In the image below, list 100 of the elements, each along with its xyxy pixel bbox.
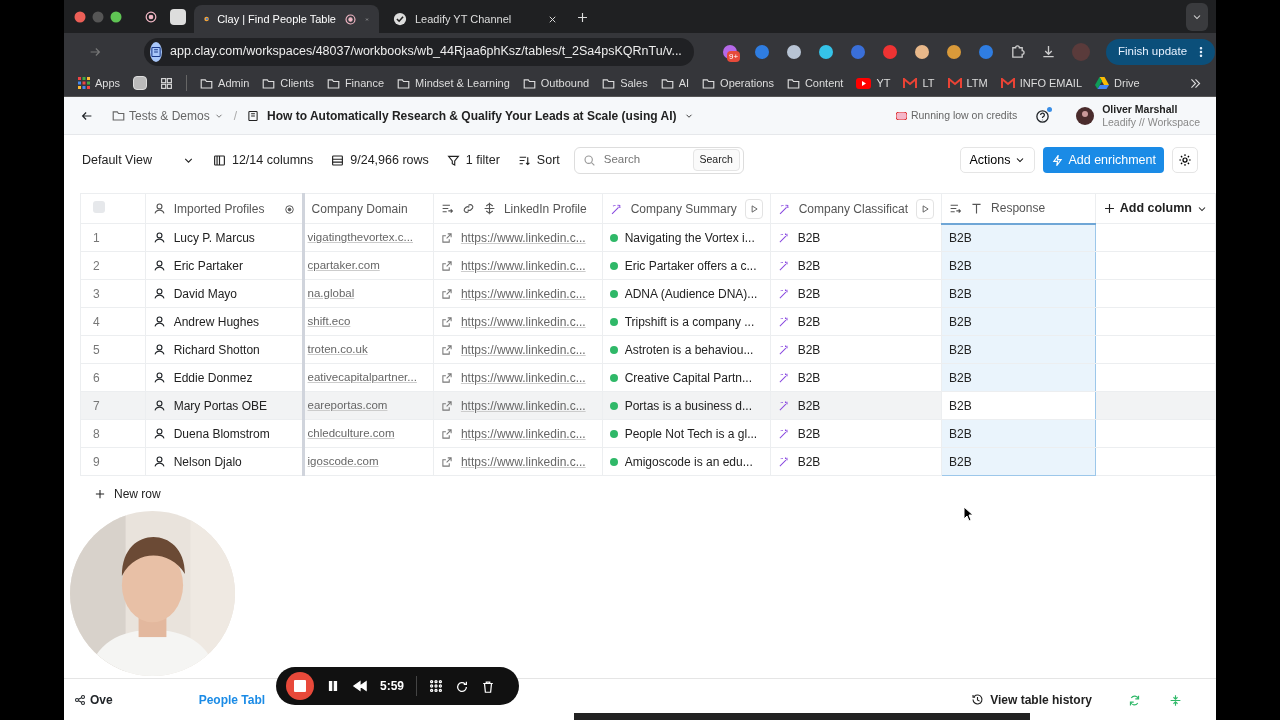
column-header[interactable]: Company Classificat xyxy=(770,193,942,224)
breadcrumb-separator: / xyxy=(233,107,238,125)
columns-icon xyxy=(212,153,226,167)
avatar[interactable] xyxy=(1076,106,1095,125)
table-row[interactable]: 1 Lucy P. Marcus vigatingthevortex.c... https://www.linkedin.c... Navigating the Vortex i... B2B B2B xyxy=(80,223,1216,252)
folder-icon xyxy=(262,76,276,90)
site-icon xyxy=(150,45,162,58)
settings-button[interactable] xyxy=(1172,147,1198,173)
bookmark[interactable]: AI xyxy=(660,74,690,92)
folder-icon xyxy=(660,76,674,90)
folder-icon xyxy=(786,76,800,90)
extension-icon[interactable] xyxy=(786,43,802,60)
table-row[interactable]: 5 Richard Shotton troten.co.uk https://www.linkedin.c... Astroten is a behaviou... B2B B2B xyxy=(80,335,1216,364)
column-header[interactable]: Imported Profiles xyxy=(145,193,304,224)
window-controls[interactable] xyxy=(74,10,124,23)
rows-button[interactable]: 9/24,966 rows xyxy=(331,150,429,170)
video-icon xyxy=(856,77,872,89)
dots-grid-icon xyxy=(429,679,444,693)
extension-icon[interactable] xyxy=(946,43,962,60)
table-row[interactable]: 7 Mary Portas OBE eareportas.com https://www.linkedin.c... Portas is a business d... B2B B2B xyxy=(80,391,1216,420)
person-icon xyxy=(152,315,166,328)
domain-link[interactable]: shift.eco xyxy=(307,314,351,327)
column-header[interactable]: LinkedIn Profile xyxy=(433,193,603,224)
search-button[interactable]: Search xyxy=(692,149,740,171)
notification-badge: 9+ xyxy=(727,50,741,62)
address-bar[interactable]: app.clay.com/workspaces/48037/workbooks/wb_44Rjaa6phKsz/tables/t_2Sa4psKQRnTu/v... xyxy=(144,37,694,66)
table-row[interactable]: 8 Duena Blomstrom chledculture.com https://www.linkedin.c... People Not Tech is a gl... B2B B2B xyxy=(80,419,1216,448)
table-row[interactable]: 2 Eric Partaker cpartaker.com https://www.linkedin.c... Eric Partaker offers a c... B2B B2B xyxy=(80,251,1216,280)
table-row[interactable]: 4 Andrew Hughes shift.eco https://www.linkedin.c... Tripshift is a company ... B2B B2B xyxy=(80,307,1216,336)
add-enrichment-button[interactable]: Add enrichment xyxy=(1043,147,1164,173)
browser-tab[interactable]: Clay | Find People Table xyxy=(194,5,379,33)
table-cell: B2B xyxy=(949,342,972,357)
credits-warning[interactable]: Running low on credits xyxy=(910,107,1018,124)
bookmark[interactable]: Drive xyxy=(1095,74,1140,92)
table-cell-text: B2B xyxy=(797,257,821,275)
breadcrumb-folder[interactable]: Tests & Demos xyxy=(112,106,224,125)
person-icon xyxy=(152,287,166,300)
bookmark[interactable]: Apps xyxy=(78,74,121,92)
domain-link[interactable]: na.global xyxy=(307,286,355,299)
status-dot xyxy=(609,373,618,382)
row-number: 4 xyxy=(93,314,100,329)
bookmark[interactable]: LTM xyxy=(947,74,988,92)
row-number: 6 xyxy=(93,370,100,385)
table-cell: B2B xyxy=(949,398,972,413)
bookmark[interactable]: LT xyxy=(903,74,935,92)
browser-tab[interactable]: Leadify YT Channel xyxy=(383,5,568,33)
bookmark[interactable]: INFO EMAIL xyxy=(1000,74,1083,92)
person-icon xyxy=(152,371,166,384)
bookmark[interactable]: Admin xyxy=(200,74,250,92)
run-icon xyxy=(748,204,759,215)
view-selector[interactable]: Default View xyxy=(82,150,195,170)
sort-button[interactable]: Sort xyxy=(517,150,560,170)
history-icon xyxy=(971,693,985,706)
select-all-checkbox[interactable] xyxy=(93,200,105,213)
table-cell-text: People Not Tech is a gl... xyxy=(624,425,758,443)
table-cell-text: B2B xyxy=(797,425,821,443)
status-dot xyxy=(609,289,618,298)
bookmark[interactable]: Sales xyxy=(602,74,648,92)
finish-update-button[interactable]: Finish update xyxy=(1106,38,1216,65)
ai-icon xyxy=(777,456,790,469)
filter-button[interactable]: 1 filter xyxy=(446,150,500,170)
apps-icon xyxy=(78,77,90,89)
pinned-tab[interactable] xyxy=(170,8,186,25)
columns-button[interactable]: 12/14 columns xyxy=(212,150,314,170)
extension-icon[interactable] xyxy=(818,43,834,60)
table-cell-text: B2B xyxy=(797,229,821,247)
actions-button[interactable]: Actions xyxy=(960,147,1036,173)
bookmark[interactable]: Mindset & Learning xyxy=(397,74,510,92)
table-cell: B2B xyxy=(949,426,972,441)
search-field[interactable]: Search Search xyxy=(573,146,744,174)
grid-icon xyxy=(160,76,174,90)
sheet-tab[interactable]: People Tabl xyxy=(198,690,266,709)
ai-icon xyxy=(777,372,790,385)
table-cell: B2B xyxy=(949,314,972,329)
table-cell-text: B2B xyxy=(797,369,821,387)
table-cell-text: Eddie Donmez xyxy=(173,369,253,387)
stop-icon xyxy=(294,680,306,692)
external-link-icon xyxy=(440,343,453,356)
bookmark[interactable]: Operations xyxy=(702,74,774,92)
table-cell: B2B xyxy=(949,230,972,245)
rewind-icon xyxy=(352,679,368,693)
bookmark[interactable]: Content xyxy=(786,74,844,92)
table-row[interactable]: 9 Nelson Djalo igoscode.com https://www.linkedin.c... Amigoscode is an edu... B2B B2B xyxy=(80,447,1216,476)
table-cell-text: B2B xyxy=(797,313,821,331)
sheet-tab[interactable]: Ove xyxy=(74,690,113,709)
external-link-icon xyxy=(440,231,453,244)
bookmark[interactable]: Clients xyxy=(262,74,314,92)
extension-icon[interactable] xyxy=(914,43,930,60)
table-title[interactable]: How to Automatically Research & Qualify Your Leads at Scale (using AI) xyxy=(247,106,695,125)
column-header[interactable]: Response xyxy=(941,193,1096,224)
column-header[interactable]: Company Domain xyxy=(303,193,434,224)
bookmark[interactable]: YT xyxy=(856,74,891,92)
bookmark[interactable]: Finance xyxy=(326,74,385,92)
stop-button[interactable] xyxy=(286,672,314,700)
column-header[interactable]: Company Summary xyxy=(602,193,771,224)
new-row-button[interactable]: New row xyxy=(88,484,167,504)
table-cell-text: B2B xyxy=(797,285,821,303)
table-row[interactable]: 3 David Mayo na.global https://www.linkedin.c... ADNA (Audience DNA)... B2B B2B xyxy=(80,279,1216,308)
bookmark[interactable]: Outbound xyxy=(522,74,590,92)
view-history-button[interactable]: View table history xyxy=(971,690,1092,709)
